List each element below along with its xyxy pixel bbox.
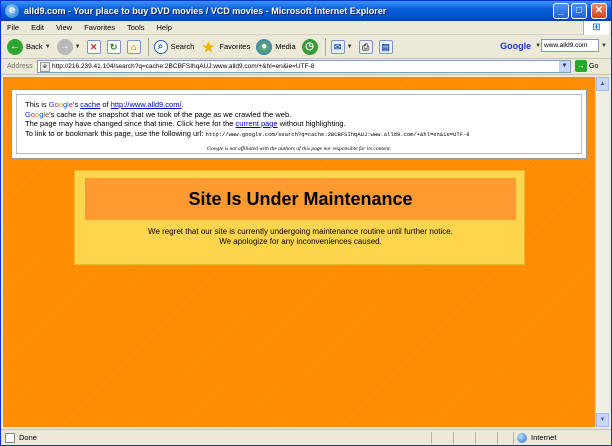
refresh-icon: ↻: [106, 39, 121, 54]
status-cell: [475, 432, 495, 444]
chevron-down-icon[interactable]: ▼: [559, 61, 570, 72]
printer-icon: ⎙: [358, 39, 373, 54]
search-button[interactable]: ⌕ Search: [152, 37, 197, 57]
menu-favorites[interactable]: Favorites: [78, 23, 121, 32]
chevron-down-icon[interactable]: ▼: [347, 44, 353, 50]
home-button[interactable]: ⌂: [125, 37, 143, 57]
globe-icon: [517, 433, 527, 443]
google-search-input[interactable]: www.alld9.com: [541, 39, 600, 52]
status-cell: [431, 432, 451, 444]
window-title: alld9.com - Your place to buy DVD movies…: [24, 6, 387, 16]
cache-line-2: Google's cache is the snapshot that we t…: [25, 109, 292, 119]
status-cell: [453, 432, 473, 444]
refresh-button[interactable]: ↻: [105, 37, 123, 57]
stop-button[interactable]: ✕: [85, 37, 103, 57]
google-logo: Google: [500, 40, 532, 51]
print-button[interactable]: ⎙: [357, 37, 375, 57]
maintenance-line-1: We regret that our site is currently und…: [148, 227, 453, 236]
page-status-icon: [5, 432, 15, 443]
cache-line-3: The page may have changed since that tim…: [25, 119, 346, 128]
browser-window: e alld9.com - Your place to buy DVD movi…: [0, 0, 612, 446]
page-viewport: This is Google's cache of http://www.all…: [3, 77, 609, 427]
mail-icon: ✉: [330, 39, 345, 54]
forward-arrow-icon: →: [56, 38, 73, 55]
minimize-button[interactable]: _: [553, 3, 569, 19]
title-bar[interactable]: e alld9.com - Your place to buy DVD movi…: [1, 1, 611, 21]
edit-page-icon: ▤: [378, 39, 393, 54]
scroll-down-arrow-icon[interactable]: ▼: [596, 413, 609, 427]
cache-disclaimer: Google is not affiliated with the author…: [207, 146, 391, 152]
media-icon: ●: [256, 38, 273, 55]
address-input[interactable]: e http://216.239.41.104/search?q=cache:2…: [37, 60, 571, 73]
ie-icon: e: [5, 4, 19, 18]
go-arrow-icon: →: [575, 60, 587, 72]
maintenance-message: We regret that our site is currently und…: [75, 227, 526, 247]
cache-link[interactable]: cache: [80, 100, 100, 109]
zone-cell: [513, 432, 609, 444]
star-icon: ★: [202, 38, 215, 55]
maintenance-header: Site Is Under Maintenance: [85, 178, 516, 220]
bookmark-url: http://www.google.com/search?q=cache:2BC…: [205, 130, 470, 138]
favorites-button[interactable]: ★ Favorites: [198, 37, 252, 57]
mail-button[interactable]: ✉ ▼: [329, 37, 355, 57]
history-button[interactable]: ◷: [300, 37, 320, 57]
maintenance-title: Site Is Under Maintenance: [188, 188, 413, 209]
forward-button[interactable]: → ▼: [55, 37, 83, 57]
menu-file[interactable]: File: [1, 23, 25, 32]
menu-view[interactable]: View: [50, 23, 78, 32]
menu-tools[interactable]: Tools: [121, 23, 151, 32]
google-toolbar: Google ▼ www.alld9.com ▼: [500, 39, 607, 52]
address-url[interactable]: http://216.239.41.104/search?q=cache:2BC…: [52, 63, 314, 70]
windows-logo-icon: ⊞: [583, 21, 609, 35]
back-button[interactable]: ← Back ▼: [5, 37, 53, 57]
chevron-down-icon[interactable]: ▼: [601, 43, 607, 49]
vertical-scrollbar[interactable]: ▲ ▼: [595, 77, 609, 427]
chevron-down-icon[interactable]: ▼: [45, 44, 51, 50]
home-icon: ⌂: [126, 39, 141, 54]
page-icon: e: [40, 61, 50, 72]
cache-notice-inner: This is Google's cache of http://www.all…: [16, 94, 582, 154]
cache-line-1: This is Google's cache of http://www.all…: [25, 100, 184, 109]
address-bar: Address e http://216.239.41.104/search?q…: [1, 59, 611, 75]
maintenance-line-2: We apologize for any inconveniences caus…: [219, 237, 382, 246]
security-zone: Internet: [531, 433, 557, 442]
site-url-link[interactable]: http://www.alld9.com/: [111, 100, 182, 109]
status-text: Done: [19, 433, 37, 442]
stop-icon: ✕: [86, 39, 101, 54]
back-arrow-icon: ←: [7, 38, 23, 55]
menu-bar: File Edit View Favorites Tools Help ⊞: [1, 21, 611, 35]
history-icon: ◷: [301, 38, 318, 55]
toolbar-separator: [147, 37, 149, 56]
toolbar-separator: [324, 37, 326, 56]
go-button[interactable]: → Go: [575, 60, 598, 72]
search-icon: ⌕: [153, 39, 168, 54]
chevron-down-icon[interactable]: ▼: [75, 44, 81, 50]
edit-button[interactable]: ▤: [377, 37, 395, 57]
maximize-button[interactable]: □: [571, 3, 587, 19]
menu-help[interactable]: Help: [151, 23, 178, 32]
google-cache-notice: This is Google's cache of http://www.all…: [11, 89, 587, 159]
status-bar: Done Internet: [1, 429, 611, 445]
current-page-link[interactable]: current page: [236, 119, 278, 128]
close-button[interactable]: ✕: [591, 3, 607, 19]
maintenance-panel: Site Is Under Maintenance We regret that…: [74, 170, 525, 265]
menu-edit[interactable]: Edit: [25, 23, 50, 32]
address-label: Address: [7, 63, 33, 70]
cache-line-4: To link to or bookmark this page, use th…: [25, 128, 470, 138]
media-button[interactable]: ● Media: [254, 37, 297, 57]
scroll-up-arrow-icon[interactable]: ▲: [596, 77, 609, 91]
status-cell: [497, 432, 513, 444]
